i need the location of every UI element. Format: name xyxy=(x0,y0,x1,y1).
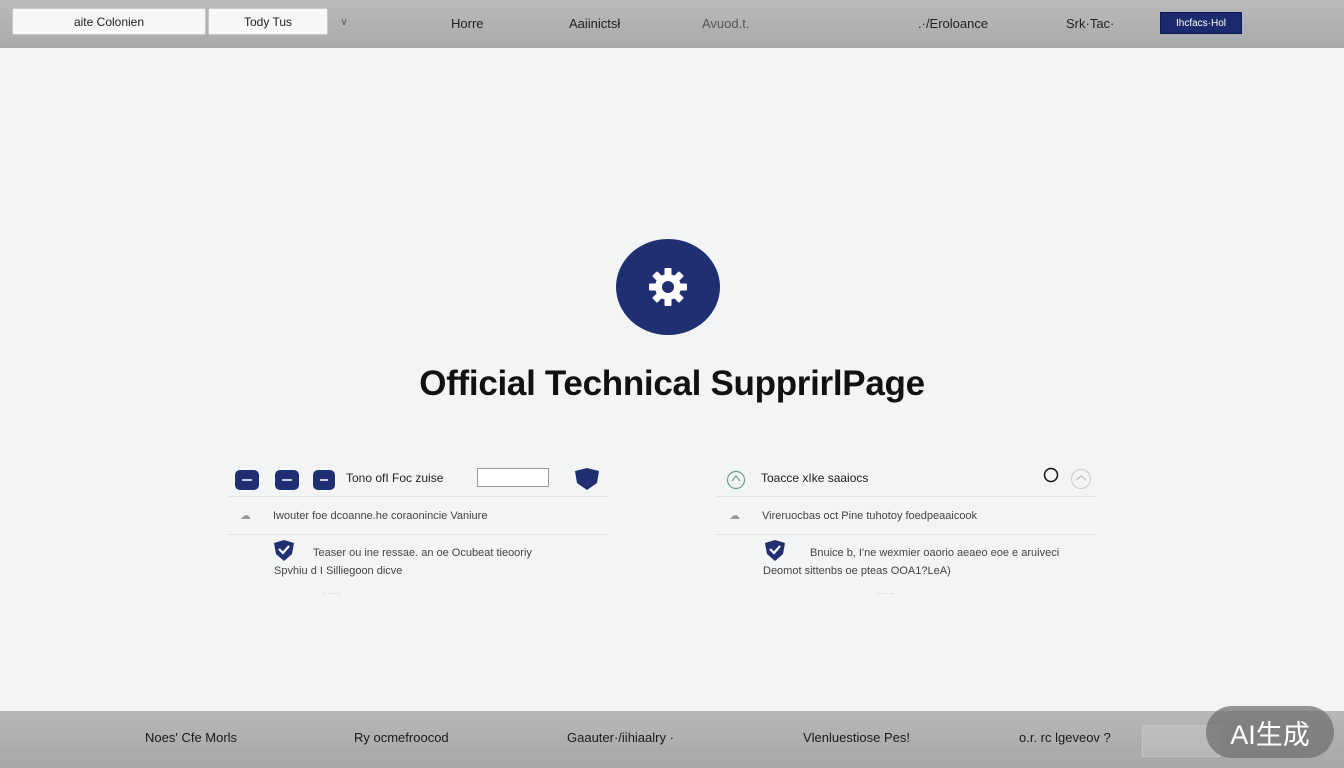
card-search-input[interactable] xyxy=(477,468,549,487)
cloud-icon: ☁ xyxy=(240,510,251,522)
cloud-icon: ☁ xyxy=(729,510,740,522)
footer-link-recommended[interactable]: Ry ocmefroocod xyxy=(354,730,449,745)
site-collection-tab[interactable]: aite Colonien xyxy=(12,8,206,35)
gear-badge xyxy=(616,239,720,335)
ai-generated-watermark: AI生成 xyxy=(1206,706,1334,758)
footer-link-news[interactable]: Noes' Cfe Morls xyxy=(145,730,237,745)
nav-architect[interactable]: Aaiinictsł xyxy=(569,16,620,31)
nav-home[interactable]: Horre xyxy=(451,16,484,31)
card-row-detail: Teaser ou ine ressae. an oe Ocubeat tieo… xyxy=(228,536,608,605)
footer-bar: Noes' Cfe Morls Ry ocmefroocod Gaauter·/… xyxy=(0,711,1344,768)
folder-icon[interactable] xyxy=(235,470,259,490)
inbox-icon[interactable] xyxy=(275,470,299,490)
footer-link-resources[interactable]: Vlenluestiose Pes! xyxy=(803,730,910,745)
card-more-link[interactable]: ·· ·· ·· ·· xyxy=(876,591,894,597)
shield-badge-icon[interactable] xyxy=(572,467,602,491)
card-row-header: Toacce xIke saaiocs xyxy=(716,460,1096,497)
tray-icon[interactable] xyxy=(313,470,335,490)
share-icon[interactable] xyxy=(1068,468,1094,490)
shield-check-icon xyxy=(274,540,294,561)
detail-line-1: Bnuice b, I'ne wexmier oaorio aeaeo eoe … xyxy=(810,547,1060,559)
card-description: Vireruocbas oct Pine tuhotoy foedpeaaico… xyxy=(762,510,978,522)
card-description: Iwouter foe dcoanne.he coraonincie Vaniu… xyxy=(273,510,488,522)
nav-search-dropdown[interactable]: Srk·Tac· xyxy=(1066,16,1114,31)
nav-reference[interactable]: .·/Eroloance xyxy=(918,16,988,31)
contact-help-button[interactable]: Ihcfacs·Hol xyxy=(1160,12,1242,34)
top-bar: aite Colonien Tody Tus ∨ Horre Aaiinicts… xyxy=(0,0,1344,48)
page-title: Official Technical SupprirlPage xyxy=(419,364,925,403)
nav-about[interactable]: Avuod.t. xyxy=(702,16,749,31)
card-row-description: ☁ Vireruocbas oct Pine tuhotoy foedpeaai… xyxy=(716,498,1096,535)
left-support-card: Tono ofI Foc zuise ☁ Iwouter foe dcoanne… xyxy=(228,460,608,605)
recycle-icon xyxy=(726,470,746,490)
card-row-description: ☁ Iwouter foe dcoanne.he coraonincie Van… xyxy=(228,498,608,535)
detail-line-1: Teaser ou ine ressae. an oe Ocubeat tieo… xyxy=(313,547,532,559)
card-more-link[interactable]: ·· ·· ·· ·· xyxy=(323,591,341,597)
footer-link-community[interactable]: Gaauter·/iihiaalry · xyxy=(567,730,674,745)
card-heading: Tono ofI Foc zuise xyxy=(346,471,444,485)
gear-icon xyxy=(649,268,687,306)
detail-line-2: Deomot sittenbs oe pteas OOA1?LeA) xyxy=(763,565,951,577)
radio-circle-icon[interactable] xyxy=(1042,466,1060,484)
shield-check-icon xyxy=(765,540,785,561)
card-heading: Toacce xIke saaiocs xyxy=(761,471,869,485)
card-row-header: Tono ofI Foc zuise xyxy=(228,460,608,497)
detail-line-2: Spvhiu d I Silliegoon dicve xyxy=(274,565,403,577)
chevron-down-icon[interactable]: ∨ xyxy=(336,17,352,31)
card-row-detail: Bnuice b, I'ne wexmier oaorio aeaeo eoe … xyxy=(716,536,1096,605)
today-tab[interactable]: Tody Tus xyxy=(208,8,328,35)
footer-link-legal[interactable]: o.r. rc lgeveov ? xyxy=(1019,730,1111,745)
right-support-card: Toacce xIke saaiocs ☁ Vireruocbas oct Pi… xyxy=(716,460,1096,605)
